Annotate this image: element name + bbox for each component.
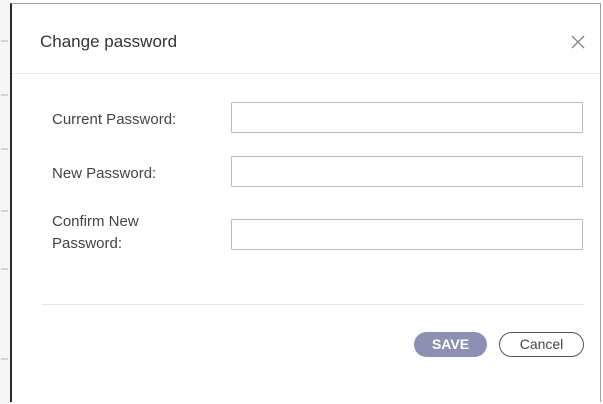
footer-divider xyxy=(42,304,584,305)
page: Change password Current Password: New Pa… xyxy=(0,0,603,404)
change-password-dialog: Change password Current Password: New Pa… xyxy=(10,3,601,402)
close-button[interactable] xyxy=(570,34,586,50)
dialog-title: Change password xyxy=(40,32,178,51)
new-password-input[interactable] xyxy=(231,156,583,187)
current-password-label: Current Password: xyxy=(52,111,177,128)
dialog-header: Change password xyxy=(12,4,600,74)
background-mark xyxy=(1,268,8,270)
cancel-button[interactable]: Cancel xyxy=(499,332,584,357)
background-mark xyxy=(1,358,8,360)
save-button[interactable]: SAVE xyxy=(414,332,487,357)
new-password-label: New Password: xyxy=(52,165,157,182)
close-icon xyxy=(571,35,585,49)
background-mark xyxy=(1,94,8,96)
current-password-input[interactable] xyxy=(231,102,583,133)
confirm-password-input[interactable] xyxy=(231,219,583,250)
background-mark xyxy=(1,40,8,42)
background-mark xyxy=(1,148,8,150)
confirm-password-label: Confirm New Password: xyxy=(52,213,139,252)
background-page-edge xyxy=(0,0,10,404)
background-mark xyxy=(1,210,8,212)
